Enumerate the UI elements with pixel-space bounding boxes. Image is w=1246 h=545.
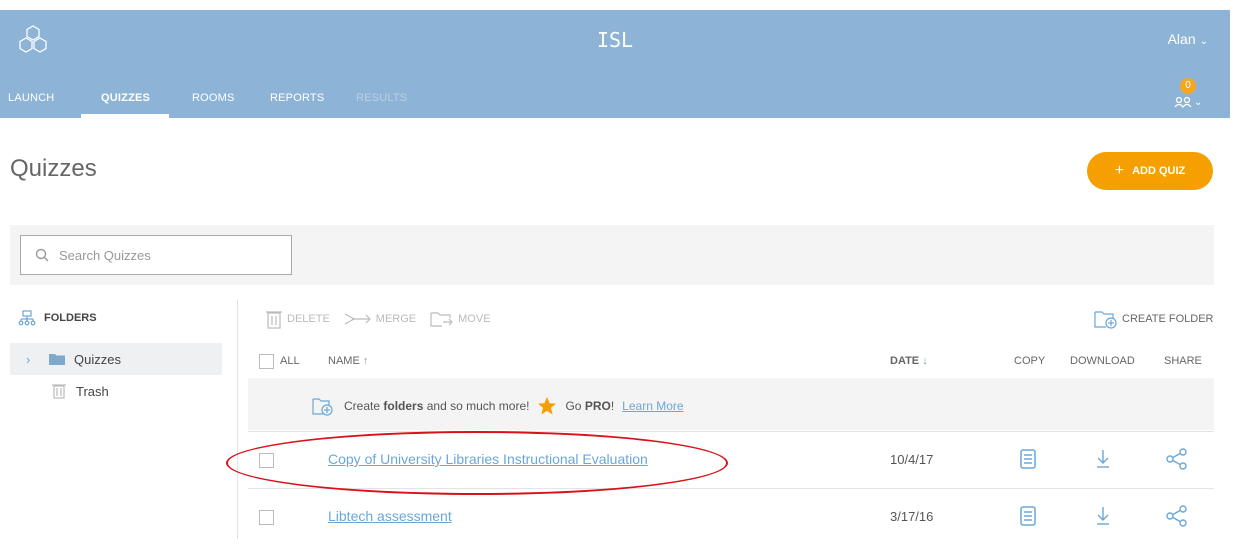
sidebar-item-label: Trash	[76, 383, 109, 399]
add-quiz-label: ADD QUIZ	[1132, 165, 1186, 177]
chevron-down-icon: ⌄	[1194, 97, 1203, 108]
pro-promo-banner: Create folders and so much more! Go PRO!…	[248, 378, 1214, 430]
merge-icon	[344, 313, 371, 325]
app-title: ISL	[596, 28, 634, 52]
promo-text-1: Create	[344, 399, 381, 413]
date-column-header[interactable]: DATE ↓	[890, 355, 928, 367]
row-checkbox[interactable]	[259, 453, 274, 468]
row-checkbox[interactable]	[259, 510, 274, 525]
move-label: MOVE	[458, 313, 491, 325]
active-tab-indicator	[81, 114, 169, 118]
tab-reports[interactable]: REPORTS	[270, 92, 324, 104]
sidebar-item-trash[interactable]: Trash	[10, 375, 222, 407]
search-input[interactable]	[57, 246, 281, 264]
folders-heading-label: FOLDERS	[44, 312, 97, 324]
people-icon	[1174, 96, 1192, 108]
copy-column-header: COPY	[1014, 355, 1046, 367]
promo-exclamation: !	[610, 399, 615, 413]
sidebar-item-quizzes[interactable]: › Quizzes	[10, 343, 222, 375]
merge-label: MERGE	[375, 313, 417, 325]
search-icon	[35, 248, 49, 262]
trash-icon	[266, 311, 282, 329]
promo-bold-1: folders	[383, 399, 424, 413]
tab-launch[interactable]: LAUNCH	[8, 92, 54, 104]
sidebar-item-label: Quizzes	[74, 351, 121, 367]
promo-bold-2: PRO	[584, 399, 611, 413]
table-header: ALL NAME ↑ DATE ↓ COPY DOWNLOAD SHARE	[248, 350, 1214, 374]
copy-icon[interactable]	[1019, 448, 1037, 470]
select-all-checkbox[interactable]	[259, 354, 274, 369]
add-quiz-button[interactable]: + ADD QUIZ	[1087, 152, 1213, 190]
name-column-header[interactable]: NAME ↑	[328, 355, 368, 367]
folder-add-icon	[1094, 311, 1117, 329]
name-header-label: NAME	[328, 355, 360, 367]
search-bar	[10, 225, 1214, 285]
notification-badge: 0	[1180, 78, 1196, 94]
copy-icon[interactable]	[1019, 505, 1037, 527]
search-box	[20, 235, 292, 275]
arrow-up-icon: ↑	[362, 355, 369, 367]
folder-tree-icon	[18, 310, 36, 326]
download-column-header: DOWNLOAD	[1070, 355, 1135, 367]
star-icon	[538, 397, 557, 415]
quiz-date: 10/4/17	[890, 452, 934, 467]
sidebar-divider	[237, 300, 238, 539]
share-icon[interactable]	[1166, 448, 1188, 470]
promo-go-pro: Go PRO!	[565, 399, 614, 413]
create-folder-button[interactable]: CREATE FOLDER	[1094, 309, 1213, 329]
folder-add-icon	[312, 398, 333, 416]
table-row: Libtech assessment 3/17/16	[248, 488, 1214, 545]
arrow-down-icon: ↓	[922, 355, 928, 367]
notifications-menu[interactable]: 0 ⌄	[1168, 78, 1208, 114]
date-header-label: DATE	[890, 355, 920, 367]
delete-button[interactable]: DELETE	[265, 309, 330, 329]
all-label: ALL	[280, 355, 300, 367]
tab-quizzes[interactable]: QUIZZES	[101, 92, 150, 104]
list-toolbar: DELETE MERGE MOVE	[265, 309, 491, 329]
top-bar: ISL Alan ⌄ LAUNCH QUIZZES ROOMS REPORTS R…	[0, 10, 1230, 118]
folder-icon	[49, 354, 65, 365]
promo-content: Create folders and so much more! Go PRO!…	[312, 396, 684, 416]
quiz-name-link[interactable]: Libtech assessment	[328, 508, 452, 524]
trash-icon	[52, 384, 66, 399]
page-title: Quizzes	[10, 155, 97, 182]
user-menu[interactable]: Alan ⌄	[1168, 31, 1208, 47]
download-icon[interactable]	[1096, 448, 1110, 470]
chevron-down-icon: ⌄	[1199, 36, 1208, 47]
tab-rooms[interactable]: ROOMS	[192, 92, 235, 104]
folders-heading: FOLDERS	[18, 310, 97, 326]
table-row: Copy of University Libraries Instruction…	[248, 431, 1214, 488]
promo-text: Create folders and so much more!	[344, 399, 529, 413]
plus-icon: +	[1114, 162, 1125, 179]
quiz-name-link[interactable]: Copy of University Libraries Instruction…	[328, 451, 648, 467]
download-icon[interactable]	[1096, 505, 1110, 527]
quiz-date: 3/17/16	[890, 509, 934, 524]
share-column-header: SHARE	[1164, 355, 1202, 367]
merge-button[interactable]: MERGE	[344, 309, 416, 329]
learn-more-link[interactable]: Learn More	[622, 399, 683, 413]
chevron-right-icon[interactable]: ›	[26, 352, 48, 367]
tab-results[interactable]: RESULTS	[356, 92, 407, 104]
user-name: Alan	[1167, 31, 1196, 47]
promo-text-3: Go	[565, 399, 582, 413]
delete-label: DELETE	[287, 313, 330, 325]
promo-text-2: and so much more!	[426, 399, 530, 413]
move-button[interactable]: MOVE	[430, 309, 491, 329]
share-icon[interactable]	[1166, 505, 1188, 527]
create-folder-label: CREATE FOLDER	[1122, 313, 1214, 325]
move-folder-icon	[430, 312, 453, 327]
